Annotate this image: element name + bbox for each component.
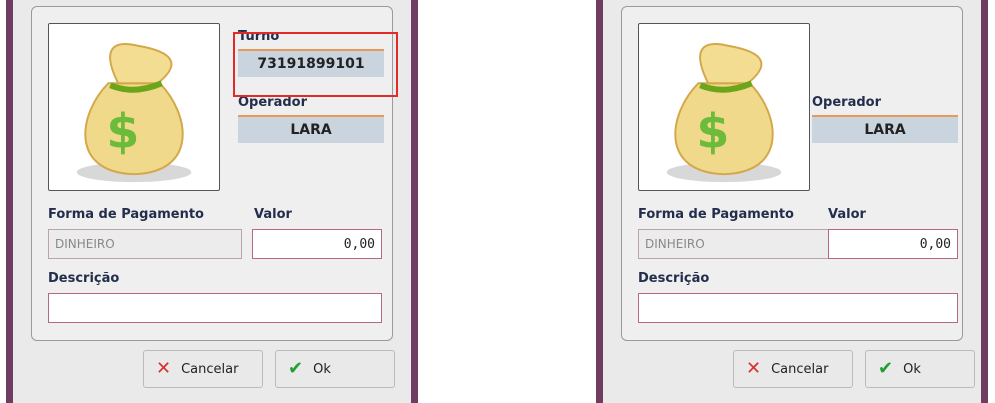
money-bag-image: $ bbox=[48, 23, 220, 191]
ok-button[interactable]: ✔ Ok bbox=[275, 350, 395, 388]
cancel-button-label: Cancelar bbox=[771, 361, 829, 377]
svg-text:$: $ bbox=[696, 105, 729, 160]
valor-label: Valor bbox=[828, 207, 866, 222]
cancel-button[interactable]: ✕ Cancelar bbox=[143, 350, 263, 388]
ok-button-label: Ok bbox=[313, 361, 331, 377]
descricao-label: Descrição bbox=[638, 271, 710, 286]
operador-value: LARA bbox=[812, 115, 958, 143]
descricao-label: Descrição bbox=[48, 271, 120, 286]
turno-highlight-box bbox=[233, 32, 398, 97]
check-icon: ✔ bbox=[288, 358, 304, 379]
valor-label: Valor bbox=[254, 207, 292, 222]
descricao-input[interactable] bbox=[638, 293, 958, 323]
forma-pagamento-field: DINHEIRO bbox=[48, 229, 242, 259]
close-icon: ✕ bbox=[746, 358, 762, 379]
money-bag-icon: $ bbox=[666, 43, 782, 183]
svg-text:$: $ bbox=[106, 105, 139, 160]
operador-label: Operador bbox=[812, 95, 882, 110]
dialog-right: $ Operador LARA Forma de Pagamento Valor… bbox=[596, 0, 988, 403]
close-icon: ✕ bbox=[156, 358, 172, 379]
cancel-button[interactable]: ✕ Cancelar bbox=[733, 350, 853, 388]
valor-input[interactable]: 0,00 bbox=[252, 229, 382, 259]
descricao-input[interactable] bbox=[48, 293, 382, 323]
forma-pagamento-label: Forma de Pagamento bbox=[638, 207, 794, 222]
ok-button-label: Ok bbox=[903, 361, 921, 377]
ok-button[interactable]: ✔ Ok bbox=[865, 350, 975, 388]
operador-value: LARA bbox=[238, 115, 384, 143]
forma-pagamento-field: DINHEIRO bbox=[638, 229, 832, 259]
check-icon: ✔ bbox=[878, 358, 894, 379]
money-bag-image: $ bbox=[638, 23, 810, 191]
money-bag-icon: $ bbox=[76, 43, 192, 183]
cancel-button-label: Cancelar bbox=[181, 361, 239, 377]
forma-pagamento-label: Forma de Pagamento bbox=[48, 207, 204, 222]
operador-label: Operador bbox=[238, 95, 308, 110]
valor-input[interactable]: 0,00 bbox=[828, 229, 958, 259]
form-panel: $ Operador LARA Forma de Pagamento Valor… bbox=[621, 6, 963, 341]
